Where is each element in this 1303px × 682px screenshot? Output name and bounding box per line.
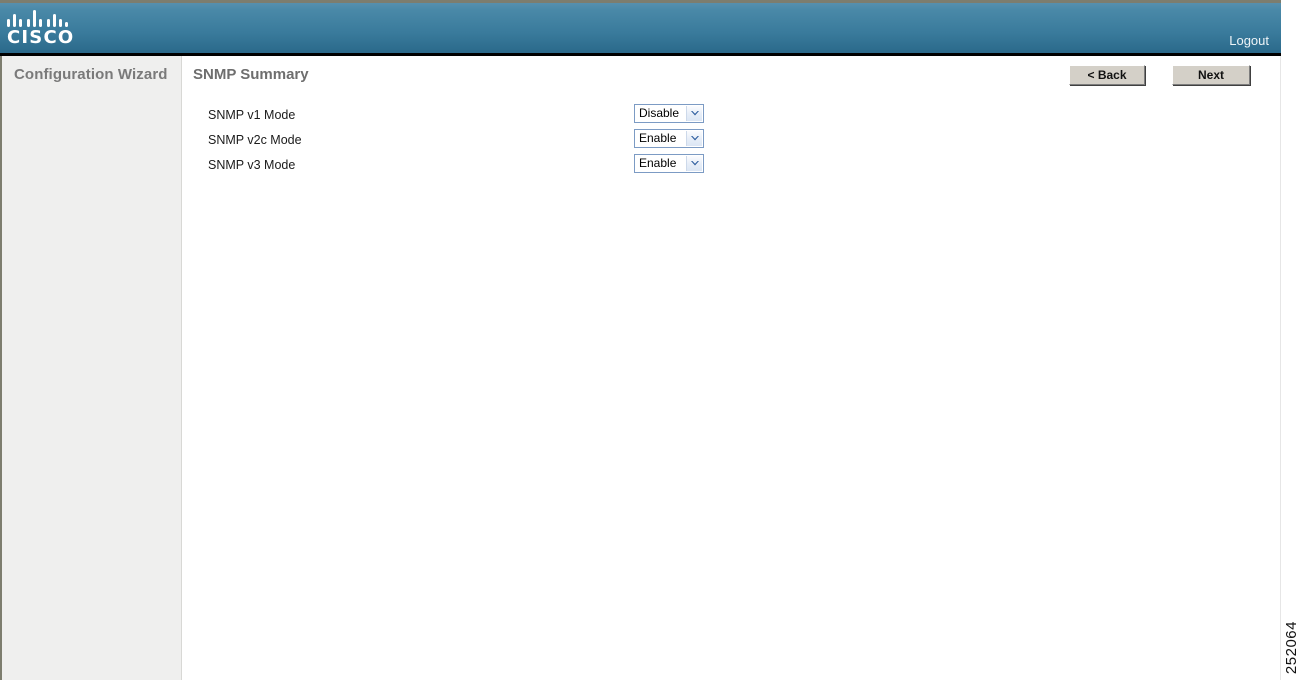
form-row-snmp-v1: SNMP v1 Mode Disable [182,104,1281,129]
content-panel: SNMP Summary < Back Next SNMP v1 Mode Di… [182,56,1281,680]
snmp-v2c-mode-label: SNMP v2c Mode [208,133,302,147]
snmp-v1-mode-select[interactable]: Disable [634,104,704,123]
form-row-snmp-v2c: SNMP v2c Mode Enable [182,129,1281,154]
snmp-v3-mode-select[interactable]: Enable [634,154,704,173]
snmp-v2c-mode-select[interactable]: Enable [634,129,704,148]
page-title: SNMP Summary [193,66,309,83]
logout-link[interactable]: Logout [1229,33,1269,48]
sidebar: Configuration Wizard [0,56,182,680]
snmp-v3-mode-value: Enable [639,156,677,170]
form-row-snmp-v3: SNMP v3 Mode Enable [182,154,1281,179]
sidebar-title: Configuration Wizard [14,66,168,83]
snmp-v2c-mode-value: Enable [639,131,677,145]
snmp-summary-form: SNMP v1 Mode Disable SNMP v2c Mode Enabl… [182,104,1281,179]
next-button[interactable]: Next [1172,65,1250,85]
chevron-down-icon[interactable] [686,156,702,171]
snmp-v3-mode-label: SNMP v3 Mode [208,158,296,172]
cisco-logo: CISCO [6,10,86,50]
snmp-v1-mode-label: SNMP v1 Mode [208,108,296,122]
page-header: CISCO Logout [0,0,1281,56]
cisco-wordmark: CISCO [7,27,75,48]
chevron-down-icon[interactable] [686,131,702,146]
app-window: CISCO Logout Configuration Wizard SNMP S… [0,0,1303,682]
snmp-v1-mode-value: Disable [639,106,680,120]
chevron-down-icon[interactable] [686,106,702,121]
document-id-watermark: 252064 [1283,620,1300,674]
cisco-bridge-logo-icon [7,10,69,27]
back-button[interactable]: < Back [1069,65,1145,85]
